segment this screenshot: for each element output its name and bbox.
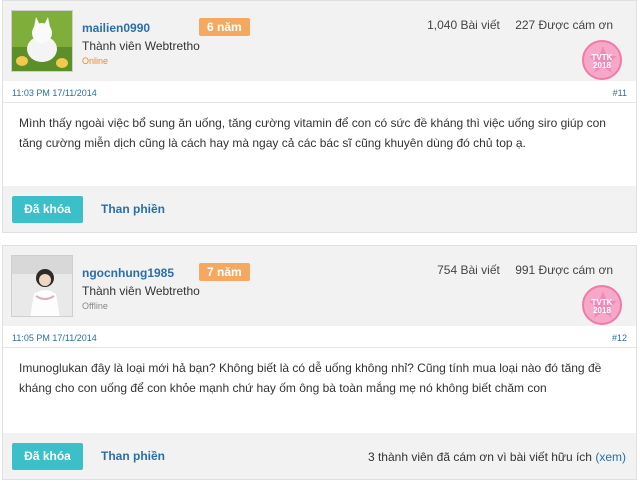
post-11: mailien0990 6 năm Thành viên Webtretho O… [2, 0, 637, 233]
award-year: 2018 [593, 306, 611, 315]
post-meta: 11:03 PM 17/11/2014 #11 [3, 81, 636, 103]
post-footer: Đã khóa Than phiền [3, 186, 636, 232]
post-12: ngocnhung1985 7 năm Thành viên Webtretho… [2, 245, 637, 480]
post-footer: Đã khóa Than phiền 3 thành viên đã cám ơ… [3, 433, 636, 479]
username[interactable]: mailien0990 [82, 21, 150, 35]
offline-status: Offline [82, 301, 108, 311]
thanks-count: 991 Được cám ơn [515, 263, 613, 277]
username[interactable]: ngocnhung1985 [82, 266, 174, 280]
award-icon: TVTK 2018 [582, 40, 622, 80]
membership-badge: 6 năm [199, 18, 250, 36]
report-link[interactable]: Than phiền [101, 202, 165, 216]
view-thanks-link[interactable]: (xem) [595, 450, 626, 464]
user-stats: 754 Bài viết 991 Được cám ơn [437, 263, 613, 277]
report-link[interactable]: Than phiền [101, 449, 165, 463]
post-time: 11:05 PM 17/11/2014 [12, 333, 97, 343]
post-meta: 11:05 PM 17/11/2014 #12 [3, 326, 636, 348]
thanks-count: 227 Được cám ơn [515, 18, 613, 32]
posts-count: 1,040 Bài viết [427, 18, 500, 32]
post-content: Imunoglukan đây là loại mới hả bạn? Khôn… [19, 361, 602, 395]
locked-button[interactable]: Đã khóa [12, 196, 83, 223]
user-title: Thành viên Webtretho [82, 284, 200, 298]
post-number[interactable]: #12 [612, 333, 627, 343]
award-year: 2018 [593, 61, 611, 70]
post-body: 11:05 PM 17/11/2014 #12 Imunoglukan đây … [3, 326, 636, 434]
post-header: ngocnhung1985 7 năm Thành viên Webtretho… [3, 246, 636, 326]
thanks-summary: 3 thành viên đã cám ơn vì bài viết hữu í… [368, 450, 626, 464]
user-stats: 1,040 Bài viết 227 Được cám ơn [427, 18, 613, 32]
posts-count: 754 Bài viết [437, 263, 500, 277]
post-content: Mình thấy ngoài việc bổ sung ăn uống, tă… [19, 116, 606, 150]
online-status: Online [82, 56, 109, 66]
thanks-text: 3 thành viên đã cám ơn vì bài viết hữu í… [367, 450, 592, 464]
post-number[interactable]: #11 [613, 88, 627, 98]
post-body: 11:03 PM 17/11/2014 #11 Mình thấy ngoài … [3, 81, 636, 187]
avatar[interactable] [11, 255, 73, 317]
award-icon: TVTK 2018 [582, 285, 622, 325]
post-header: mailien0990 6 năm Thành viên Webtretho O… [3, 1, 636, 81]
membership-badge: 7 năm [199, 263, 250, 281]
avatar[interactable] [11, 10, 73, 72]
locked-button[interactable]: Đã khóa [12, 443, 83, 470]
user-title: Thành viên Webtretho [82, 39, 200, 53]
post-time: 11:03 PM 17/11/2014 [12, 88, 97, 98]
